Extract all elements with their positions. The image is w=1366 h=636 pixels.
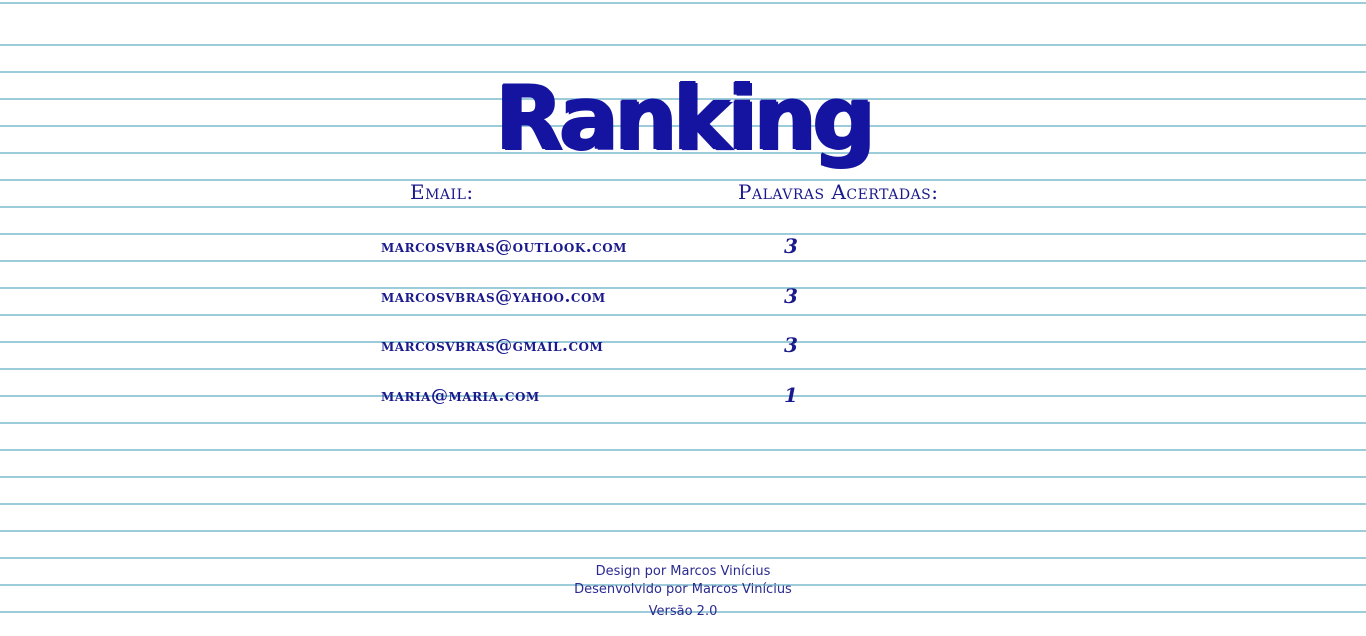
- footer-developer-credit: Desenvolvido por Marcos Vinícius: [574, 582, 792, 597]
- email-column-header: Email:: [410, 180, 474, 204]
- ranking-score: 3: [784, 234, 798, 258]
- ranking-score: 3: [784, 284, 798, 308]
- ranking-row: marcosvbras@yahoo.com 3: [0, 284, 1366, 313]
- ranking-email: marcosvbras@outlook.com: [381, 237, 627, 257]
- ranking-row: marcosvbras@gmail.com 3: [0, 333, 1366, 362]
- ranking-score: 1: [784, 383, 798, 407]
- ranking-email: marcosvbras@gmail.com: [381, 336, 604, 356]
- ranking-row: maria@maria.com 1: [0, 383, 1366, 412]
- ranking-score: 3: [784, 333, 798, 357]
- ranking-row: marcosvbras@outlook.com 3: [0, 234, 1366, 263]
- page-title: Ranking: [494, 65, 875, 169]
- ranking-email: marcosvbras@yahoo.com: [381, 287, 606, 307]
- words-column-header: Palavras Acertadas:: [738, 180, 939, 204]
- footer-design-credit: Design por Marcos Vinícius: [595, 564, 771, 579]
- footer-version: Versão 2.0: [648, 604, 718, 619]
- ranking-email: maria@maria.com: [381, 386, 540, 406]
